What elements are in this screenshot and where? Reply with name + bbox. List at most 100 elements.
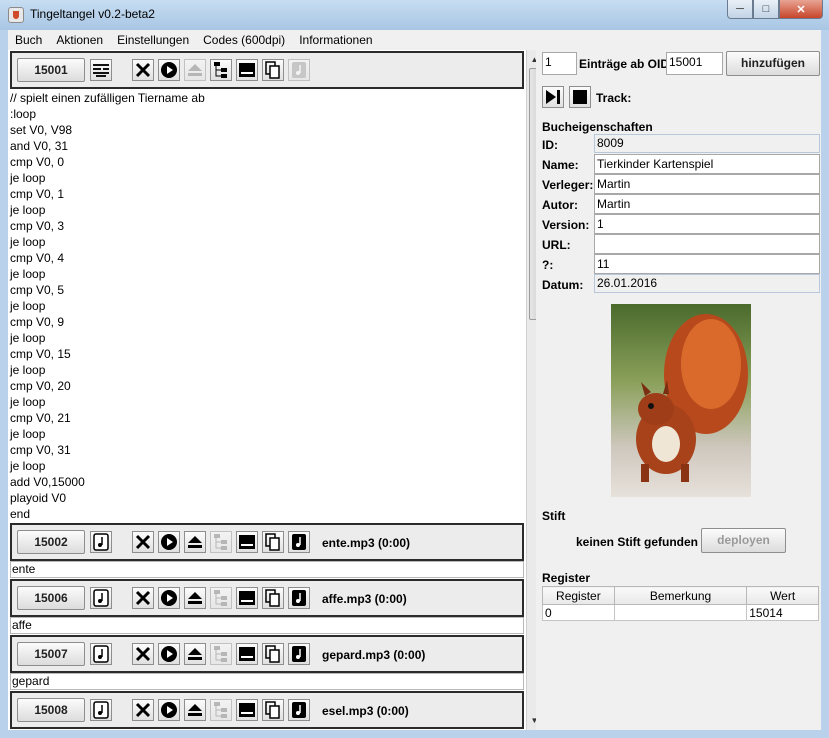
entry-text-input[interactable]: ente bbox=[10, 561, 524, 578]
subtitle-button[interactable] bbox=[236, 59, 258, 81]
title-bar[interactable]: Tingeltangel v0.2-beta2 ─ □ ✕ bbox=[0, 0, 829, 30]
eject-button[interactable] bbox=[184, 699, 206, 721]
column-header-register[interactable]: Register bbox=[542, 586, 615, 605]
copy-button[interactable] bbox=[262, 643, 284, 665]
subtitle-button[interactable] bbox=[236, 587, 258, 609]
subtitle-icon bbox=[238, 534, 256, 550]
music-note-icon bbox=[291, 645, 307, 663]
subtitle-icon bbox=[238, 702, 256, 718]
eject-button[interactable] bbox=[184, 59, 206, 81]
table-row[interactable]: 0 15014 bbox=[542, 604, 819, 621]
audio-file-button[interactable] bbox=[288, 587, 310, 609]
menu-codes[interactable]: Codes (600dpi) bbox=[196, 30, 292, 50]
minimize-button[interactable]: ─ bbox=[727, 0, 753, 19]
copy-button[interactable] bbox=[262, 587, 284, 609]
delete-button[interactable] bbox=[132, 643, 154, 665]
stop-button[interactable] bbox=[569, 86, 591, 108]
version-input[interactable]: 1 bbox=[594, 214, 820, 234]
audio-file-button[interactable] bbox=[288, 59, 310, 81]
magic-label: ?: bbox=[542, 258, 554, 272]
value-cell[interactable]: 15014 bbox=[746, 604, 819, 621]
audio-mode-button[interactable] bbox=[90, 587, 112, 609]
delete-button[interactable] bbox=[132, 699, 154, 721]
music-file-icon bbox=[93, 533, 109, 551]
music-note-icon bbox=[292, 62, 306, 78]
oid-button[interactable]: 15001 bbox=[17, 58, 85, 82]
oid-button[interactable]: 15007 bbox=[17, 642, 85, 666]
delete-button[interactable] bbox=[132, 531, 154, 553]
start-oid-input[interactable]: 15001 bbox=[666, 52, 723, 75]
script-line: je loop bbox=[10, 299, 46, 313]
copy-button[interactable] bbox=[262, 531, 284, 553]
menu-buch[interactable]: Buch bbox=[8, 30, 49, 50]
copy-button[interactable] bbox=[262, 699, 284, 721]
eject-button[interactable] bbox=[184, 531, 206, 553]
tree-button[interactable] bbox=[210, 699, 232, 721]
copy-button[interactable] bbox=[262, 59, 284, 81]
delete-button[interactable] bbox=[132, 587, 154, 609]
oid-button[interactable]: 15002 bbox=[17, 530, 85, 554]
menu-informationen[interactable]: Informationen bbox=[292, 30, 379, 50]
entries-list: 15001 // spielt einen zufälligen Tiernam… bbox=[8, 50, 535, 730]
magic-input[interactable]: 11 bbox=[594, 254, 820, 274]
play-button[interactable] bbox=[158, 587, 180, 609]
script-mode-button[interactable] bbox=[90, 59, 112, 81]
add-entries-button[interactable]: hinzufügen bbox=[726, 51, 820, 76]
oid-button[interactable]: 15008 bbox=[17, 698, 85, 722]
audio-file-button[interactable] bbox=[288, 699, 310, 721]
entry-count-input[interactable]: 1 bbox=[542, 52, 577, 75]
audio-file-button[interactable] bbox=[288, 531, 310, 553]
audio-mode-button[interactable] bbox=[90, 531, 112, 553]
play-track-button[interactable] bbox=[542, 86, 564, 108]
script-editor[interactable]: // spielt einen zufälligen Tiername ab :… bbox=[10, 90, 524, 522]
remark-cell[interactable] bbox=[613, 604, 748, 621]
close-window-button[interactable]: ✕ bbox=[779, 0, 823, 19]
tree-button[interactable] bbox=[210, 59, 232, 81]
deploy-button[interactable]: deployen bbox=[701, 528, 786, 553]
audio-mode-button[interactable] bbox=[90, 643, 112, 665]
script-line: je loop bbox=[10, 459, 46, 473]
maximize-icon: □ bbox=[762, 3, 770, 15]
copy-icon bbox=[265, 533, 281, 551]
tree-button[interactable] bbox=[210, 643, 232, 665]
delete-x-icon bbox=[135, 646, 151, 662]
column-header-remark[interactable]: Bemerkung bbox=[613, 586, 748, 605]
publisher-input[interactable]: Martin bbox=[594, 174, 820, 194]
play-button[interactable] bbox=[158, 59, 180, 81]
audio-file-button[interactable] bbox=[288, 643, 310, 665]
eject-button[interactable] bbox=[184, 643, 206, 665]
copy-icon bbox=[265, 701, 281, 719]
tree-button[interactable] bbox=[210, 531, 232, 553]
name-input[interactable]: Tierkinder Kartenspiel bbox=[594, 154, 820, 174]
maximize-button[interactable]: □ bbox=[753, 0, 779, 19]
subtitle-button[interactable] bbox=[236, 699, 258, 721]
eject-button[interactable] bbox=[184, 587, 206, 609]
delete-x-icon bbox=[135, 702, 151, 718]
play-button[interactable] bbox=[158, 699, 180, 721]
menu-aktionen[interactable]: Aktionen bbox=[49, 30, 110, 50]
column-header-value[interactable]: Wert bbox=[746, 586, 819, 605]
url-input[interactable] bbox=[594, 234, 820, 254]
play-button[interactable] bbox=[158, 643, 180, 665]
music-file-icon bbox=[93, 589, 109, 607]
author-input[interactable]: Martin bbox=[594, 194, 820, 214]
menu-einstellungen[interactable]: Einstellungen bbox=[110, 30, 196, 50]
play-icon bbox=[160, 589, 178, 607]
register-cell[interactable]: 0 bbox=[542, 604, 615, 621]
entry-text-input[interactable]: gepard bbox=[10, 673, 524, 690]
script-line: cmp V0, 9 bbox=[10, 315, 65, 329]
entry-text-input[interactable]: affe bbox=[10, 617, 524, 634]
subtitle-icon bbox=[238, 590, 256, 606]
play-button[interactable] bbox=[158, 531, 180, 553]
entry-header-15007: 15007 gepard.mp3 (0:00) bbox=[10, 635, 524, 673]
tree-button[interactable] bbox=[210, 587, 232, 609]
author-label: Autor: bbox=[542, 198, 578, 212]
subtitle-button[interactable] bbox=[236, 643, 258, 665]
audio-mode-button[interactable] bbox=[90, 699, 112, 721]
stop-icon bbox=[573, 90, 587, 104]
delete-button[interactable] bbox=[132, 59, 154, 81]
script-line: cmp V0, 15 bbox=[10, 347, 71, 361]
oid-button[interactable]: 15006 bbox=[17, 586, 85, 610]
book-cover-image bbox=[611, 304, 751, 497]
subtitle-button[interactable] bbox=[236, 531, 258, 553]
